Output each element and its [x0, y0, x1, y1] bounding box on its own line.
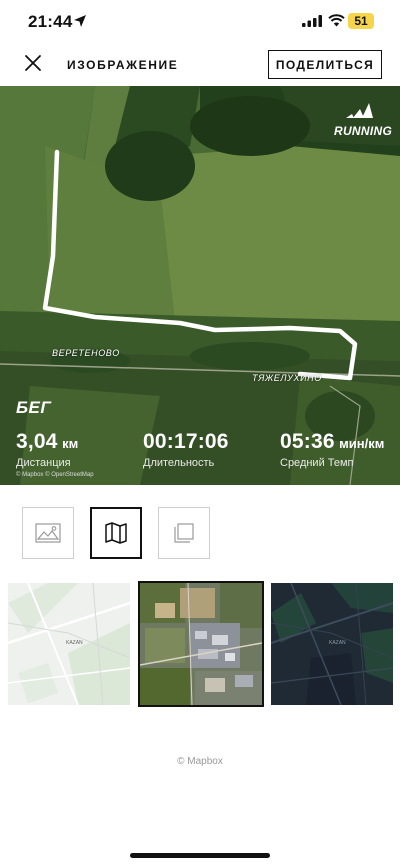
map-style-light[interactable]: KAZAN: [8, 583, 130, 705]
mode-layers-button[interactable]: [158, 507, 210, 559]
route-preview-image: RUNNING ВЕРЕТЕНОВО ТЯЖЕЛУХИНО БЕГ 3,04 к…: [0, 86, 400, 485]
brand-text: RUNNING: [334, 124, 393, 138]
stat-label: Средний Темп: [280, 457, 354, 469]
village-label: ВЕРЕТЕНОВО: [52, 348, 120, 358]
stat-duration: 00:17:06 Длительность: [143, 430, 229, 469]
map-style-satellite[interactable]: [138, 581, 264, 707]
battery-indicator: 51: [348, 13, 374, 29]
header: ИЗОБРАЖЕНИЕ ПОДЕЛИТЬСЯ: [0, 44, 400, 86]
activity-type: БЕГ: [16, 398, 52, 417]
map-style-dark[interactable]: KAZAN: [271, 583, 393, 705]
satellite-map: [0, 86, 400, 485]
map-place-label: KAZAN: [66, 640, 83, 646]
home-indicator[interactable]: [130, 853, 270, 858]
satellite-map-thumbnail: [140, 583, 262, 705]
mode-photo-button[interactable]: [22, 507, 74, 559]
clock: 21:44: [28, 12, 73, 31]
stat-unit: км: [62, 436, 79, 451]
stat-pace: 05:36 мин/км Средний Темп: [280, 430, 384, 469]
brand-badge: RUNNING: [334, 102, 392, 140]
status-bar: 21:44 51: [0, 0, 400, 44]
map-attribution: © Mapbox © OpenStreetMap: [16, 472, 94, 478]
map-icon: [105, 522, 127, 544]
share-button[interactable]: ПОДЕЛИТЬСЯ: [268, 50, 382, 79]
stat-label: Дистанция: [16, 457, 71, 469]
mapbox-copyright: © Mapbox: [177, 756, 223, 767]
stat-label: Длительность: [143, 457, 215, 469]
stat-unit: мин/км: [339, 436, 385, 451]
village-label: ТЯЖЕЛУХИНО: [252, 373, 322, 383]
page-title: ИЗОБРАЖЕНИЕ: [67, 58, 179, 72]
stat-value: 00:17:06: [143, 430, 229, 453]
mode-map-button[interactable]: [90, 507, 142, 559]
adidas-logo-icon: [346, 103, 373, 118]
map-place-label: KAZAN: [329, 640, 346, 646]
stat-value: 05:36: [280, 430, 335, 453]
layers-icon: [174, 523, 194, 543]
stat-distance: 3,04 км Дистанция: [16, 430, 78, 469]
image-icon: [35, 523, 61, 543]
close-icon[interactable]: [22, 52, 44, 74]
cellular-signal-icon: [302, 15, 322, 27]
stat-value: 3,04: [16, 430, 58, 453]
wifi-icon: [328, 14, 345, 27]
location-arrow-icon: [74, 15, 86, 27]
